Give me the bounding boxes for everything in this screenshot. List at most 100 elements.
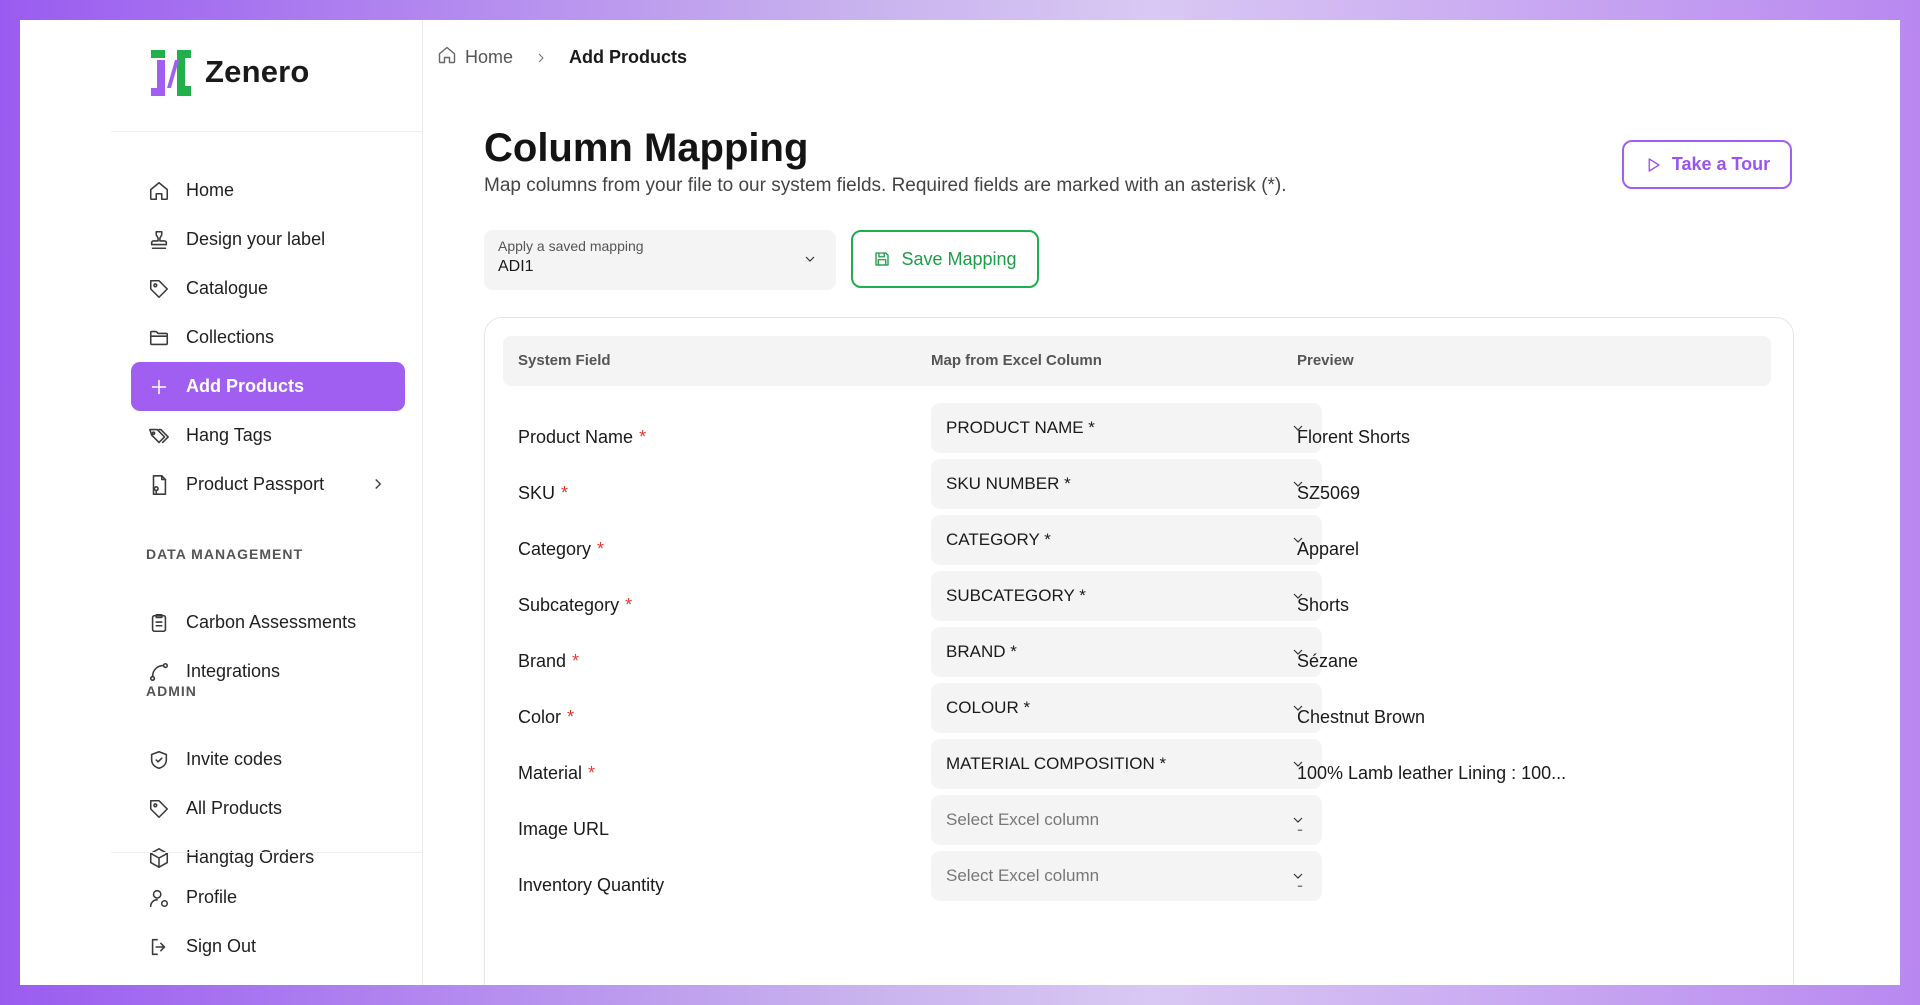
saved-mapping-select[interactable]: Apply a saved mapping ADI1 [484, 230, 836, 290]
preview-value: SZ5069 [1297, 483, 1361, 503]
field-name: Color * [518, 707, 575, 727]
sidebar-item-product-passport[interactable]: Product Passport [131, 460, 405, 509]
header-preview: Preview [1297, 352, 1354, 369]
data-nav: Carbon Assessments Integrations [131, 598, 405, 696]
preview-value: Apparel [1297, 539, 1360, 559]
home-icon [147, 179, 171, 203]
sidebar-footer: Profile Sign Out [111, 852, 423, 985]
play-icon [1648, 157, 1660, 172]
sidebar-item-label: Integrations [186, 661, 281, 681]
home-icon[interactable] [437, 45, 457, 70]
logo-row: Zenero [111, 20, 423, 132]
sidebar-item-label: Sign Out [186, 936, 257, 956]
required-asterisk: * [561, 483, 569, 503]
field-name: Category * [518, 539, 605, 559]
section-label-admin: ADMIN [146, 683, 197, 699]
column-mapping-table: System Field Map from Excel Column Previ… [484, 317, 1794, 985]
sidebar-item-label: Product Passport [186, 474, 325, 494]
sidebar-item-home[interactable]: Home [131, 166, 405, 215]
table-row: Inventory Quantity Select Excel column - [503, 851, 1771, 919]
save-mapping-button[interactable]: Save Mapping [851, 230, 1039, 288]
chevron-right-icon [533, 50, 549, 66]
required-asterisk: * [597, 539, 605, 559]
saved-mapping-label: Apply a saved mapping [498, 238, 644, 254]
sidebar-item-label: Collections [186, 327, 275, 347]
preview-value: Shorts [1297, 595, 1350, 615]
app-window: Zenero Home Design your label Catalogue … [20, 20, 1900, 985]
field-name: Material * [518, 763, 596, 783]
passport-icon [147, 473, 171, 497]
chevron-right-icon[interactable] [369, 475, 387, 493]
preview-value: - [1297, 819, 1303, 839]
column-select[interactable]: SUBCATEGORY * [931, 571, 1322, 621]
stamp-icon [147, 228, 171, 252]
column-select[interactable]: Select Excel column [931, 795, 1322, 845]
save-mapping-label: Save Mapping [901, 248, 1017, 269]
save-icon [875, 252, 890, 266]
column-select[interactable]: BRAND * [931, 627, 1322, 677]
sidebar-item-label: Profile [186, 887, 238, 907]
sidebar: Zenero Home Design your label Catalogue … [20, 20, 423, 985]
field-name: Brand * [518, 651, 580, 671]
sidebar-item-sign-out[interactable]: Sign Out [131, 922, 405, 971]
column-select[interactable]: PRODUCT NAME * [931, 403, 1322, 453]
table-header: System Field Map from Excel Column Previ… [503, 336, 1771, 386]
saved-mapping-value: ADI1 [498, 258, 534, 275]
sidebar-item-label: Carbon Assessments [186, 612, 357, 632]
shield-check-icon [147, 748, 171, 772]
sidebar-item-add-products[interactable]: Add Products [131, 362, 405, 411]
field-name: Image URL [518, 819, 610, 839]
page-subtitle: Map columns from your file to our system… [484, 175, 1287, 196]
route-icon [147, 660, 171, 684]
column-select[interactable]: SKU NUMBER * [931, 459, 1322, 509]
tag-icon [147, 797, 171, 821]
column-select[interactable]: COLOUR * [931, 683, 1322, 733]
clipboard-icon [147, 611, 171, 635]
preview-value: 100% Lamb leather Lining : 100... [1297, 763, 1567, 783]
sidebar-item-label: Invite codes [186, 749, 283, 769]
field-name: SKU * [518, 483, 569, 503]
field-name: Subcategory * [518, 595, 633, 615]
sign-out-icon [147, 935, 171, 959]
tags-icon [147, 424, 171, 448]
sidebar-item-label: Add Products [186, 376, 305, 396]
folder-icon [147, 326, 171, 350]
field-name: Product Name * [518, 427, 647, 447]
sidebar-item-label: Home [186, 180, 235, 200]
required-asterisk: * [588, 763, 596, 783]
sidebar-item-label: Catalogue [186, 278, 269, 298]
header-system-field: System Field [518, 352, 611, 369]
preview-value: Florent Shorts [1297, 427, 1411, 447]
sidebar-item-label: Hang Tags [186, 425, 272, 445]
plus-icon [147, 375, 171, 399]
page-title: Column Mapping [484, 126, 809, 170]
brand-name: Zenero [205, 54, 310, 89]
breadcrumb-home-link[interactable]: Home [465, 47, 513, 68]
main-content: Home Add Products Column Mapping Map col… [423, 20, 1900, 985]
breadcrumb-current: Add Products [569, 47, 688, 67]
chevron-down-icon [802, 251, 818, 272]
required-asterisk: * [567, 707, 575, 727]
sidebar-item-design-label[interactable]: Design your label [131, 215, 405, 264]
column-select[interactable]: CATEGORY * [931, 515, 1322, 565]
sidebar-item-catalogue[interactable]: Catalogue [131, 264, 405, 313]
header-map-from: Map from Excel Column [931, 352, 1102, 369]
sidebar-item-label: Design your label [186, 229, 326, 249]
sidebar-item-collections[interactable]: Collections [131, 313, 405, 362]
section-label-data-management: DATA MANAGEMENT [146, 546, 304, 562]
breadcrumb: Home Add Products [437, 45, 687, 70]
column-select[interactable]: Select Excel column [931, 851, 1322, 901]
sidebar-item-hang-tags[interactable]: Hang Tags [131, 411, 405, 460]
sidebar-item-label: All Products [186, 798, 283, 818]
zenero-logo-icon [151, 50, 191, 96]
preview-value: Chestnut Brown [1297, 707, 1426, 727]
sidebar-item-invite-codes[interactable]: Invite codes [131, 735, 405, 784]
sidebar-item-carbon-assessments[interactable]: Carbon Assessments [131, 598, 405, 647]
field-name: Inventory Quantity [518, 875, 665, 895]
take-a-tour-label: Take a Tour [1671, 154, 1771, 174]
required-asterisk: * [639, 427, 647, 447]
column-select[interactable]: MATERIAL COMPOSITION * [931, 739, 1322, 789]
sidebar-item-all-products[interactable]: All Products [131, 784, 405, 833]
take-a-tour-button[interactable]: Take a Tour [1622, 140, 1792, 189]
sidebar-item-profile[interactable]: Profile [131, 873, 405, 922]
